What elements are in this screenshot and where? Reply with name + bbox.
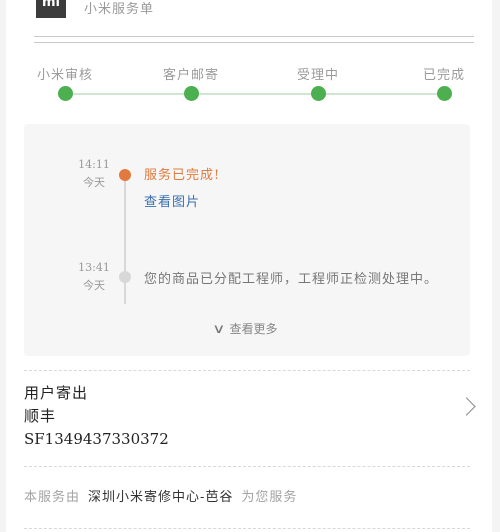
view-more-label: 查看更多 [229,322,278,336]
event-time-clock: 14:11 [78,158,110,171]
chevron-down-icon: ∨ [212,322,226,337]
event-text: 服务已完成! [144,168,221,183]
dashed-divider [24,466,470,467]
shipping-title: 用户寄出 [24,384,89,402]
service-card: mi 小米服务单 小米审核 客户邮寄 受理中 已完成 14:11 今天 服务已完… [6,0,492,532]
step-dot [310,86,326,101]
event-time-day: 今天 [83,176,105,189]
divider-bottom [34,42,474,43]
step-label: 受理中 [296,68,339,83]
event-text: 您的商品已分配工程师，工程师正检测处理中。 [144,272,439,287]
event-dot-active [119,169,131,181]
step-dot [436,86,452,101]
event-time: 13:41 今天 [76,259,112,295]
shipping-info[interactable]: 用户寄出 顺丰 SF1349437330372 [24,382,464,454]
dashed-divider [24,528,470,529]
step-processing: 受理中 [273,64,363,101]
step-label: 小米审核 [36,68,93,83]
step-mail: 客户邮寄 [146,64,236,101]
event-time-day: 今天 [83,279,105,292]
step-done: 已完成 [399,64,489,101]
brand-title: 小米服务单 [84,2,155,17]
step-label: 客户邮寄 [162,68,219,83]
timeline: 14:11 今天 服务已完成! 查看图片 13:41 今天 您的商品已分配工程师… [24,124,470,356]
tracking-number: SF1349437330372 [24,430,169,448]
mi-logo: mi [36,0,66,18]
divider-top [34,36,474,37]
service-center-footer: 本服务由 深圳小米寄修中心-芭谷 为您服务 [24,486,297,505]
dashed-divider [24,370,470,371]
step-dot [57,86,73,101]
footer-suffix: 为您服务 [241,490,298,505]
event-time-clock: 13:41 [78,261,110,274]
footer-prefix: 本服务由 [24,490,81,505]
shipping-carrier: 顺丰 [24,407,57,425]
progress-line [64,93,444,95]
event-dot [119,271,131,283]
step-label: 已完成 [422,68,465,83]
service-center-name: 深圳小米寄修中心-芭谷 [88,490,234,505]
event-time: 14:11 今天 [76,156,112,192]
progress-steps: 小米审核 客户邮寄 受理中 已完成 [26,64,476,104]
step-review: 小米审核 [20,64,110,101]
timeline-line [124,174,126,304]
step-dot [183,86,199,101]
header: mi 小米服务单 [34,0,474,22]
view-images-link[interactable]: 查看图片 [144,191,200,210]
view-more-button[interactable]: ∨ 查看更多 [212,320,278,337]
